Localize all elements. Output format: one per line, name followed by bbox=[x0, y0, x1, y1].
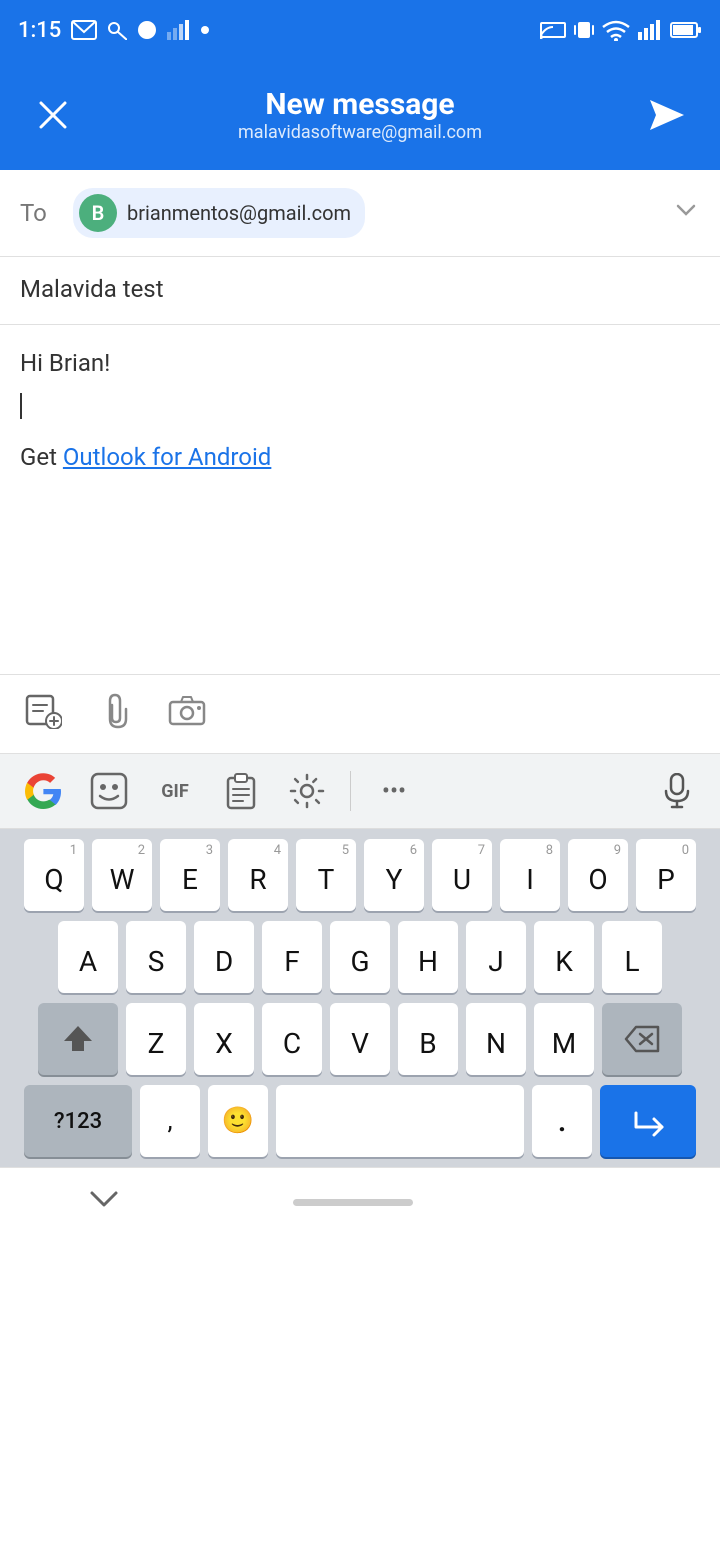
backspace-key[interactable] bbox=[602, 1003, 682, 1075]
key-w[interactable]: 2W bbox=[92, 839, 152, 911]
app-header: New message malavidasoftware@gmail.com bbox=[0, 60, 720, 170]
recipient-chip[interactable]: B brianmentos@gmail.com bbox=[73, 188, 365, 238]
to-field[interactable]: To B brianmentos@gmail.com bbox=[0, 170, 720, 257]
sender-email: malavidasoftware@gmail.com bbox=[238, 122, 482, 143]
period-key[interactable]: . bbox=[532, 1085, 592, 1157]
status-icons bbox=[540, 19, 702, 41]
text-cursor bbox=[20, 393, 22, 419]
dot-indicator bbox=[201, 26, 209, 34]
key-n[interactable]: N bbox=[466, 1003, 526, 1075]
gif-label: GIF bbox=[161, 781, 188, 802]
key-x[interactable]: X bbox=[194, 1003, 254, 1075]
key-c[interactable]: C bbox=[262, 1003, 322, 1075]
key-icon bbox=[107, 20, 127, 40]
enter-key[interactable] bbox=[600, 1085, 696, 1157]
subject-field[interactable]: Malavida test bbox=[0, 257, 720, 325]
signal-icon bbox=[167, 20, 191, 40]
add-attachment-button[interactable] bbox=[24, 691, 62, 737]
key-k[interactable]: K bbox=[534, 921, 594, 993]
outlook-link[interactable]: Outlook for Android bbox=[63, 443, 271, 471]
voice-input-button[interactable] bbox=[650, 764, 704, 818]
key-l[interactable]: L bbox=[602, 921, 662, 993]
time-display: 1:15 bbox=[18, 18, 61, 43]
keyboard-settings-button[interactable] bbox=[280, 764, 334, 818]
key-j[interactable]: J bbox=[466, 921, 526, 993]
signal-bars-icon bbox=[638, 20, 662, 40]
attach-file-button[interactable] bbox=[98, 691, 132, 737]
emoji-key[interactable]: 🙂 bbox=[208, 1085, 268, 1157]
subject-text: Malavida test bbox=[20, 275, 164, 303]
keyboard-topbar: GIF ••• bbox=[0, 754, 720, 829]
keyboard-topbar-divider bbox=[350, 771, 351, 811]
google-search-button[interactable] bbox=[16, 764, 70, 818]
vibrate-icon bbox=[574, 19, 594, 41]
header-center: New message malavidasoftware@gmail.com bbox=[238, 87, 482, 143]
clipboard-button[interactable] bbox=[214, 764, 268, 818]
compose-title: New message bbox=[265, 87, 454, 122]
wifi-icon bbox=[602, 19, 630, 41]
key-q[interactable]: 1Q bbox=[24, 839, 84, 911]
key-p[interactable]: 0P bbox=[636, 839, 696, 911]
comma-key[interactable]: , bbox=[140, 1085, 200, 1157]
recipient-email: brianmentos@gmail.com bbox=[127, 201, 351, 225]
shift-key[interactable] bbox=[38, 1003, 118, 1075]
key-y[interactable]: 6Y bbox=[364, 839, 424, 911]
send-button[interactable] bbox=[642, 98, 692, 132]
key-t[interactable]: 5T bbox=[296, 839, 356, 911]
key-a[interactable]: A bbox=[58, 921, 118, 993]
sticker-button[interactable] bbox=[82, 764, 136, 818]
battery-icon bbox=[670, 21, 702, 39]
sym-key[interactable]: ?123 bbox=[24, 1085, 132, 1157]
mail-icon bbox=[71, 20, 97, 40]
home-indicator bbox=[293, 1199, 413, 1206]
keyboard: 1Q 2W 3E 4R 5T 6Y 7U 8I 9O 0P A S D F G … bbox=[0, 829, 720, 1167]
recipient-avatar: B bbox=[79, 194, 117, 232]
status-time: 1:15 bbox=[18, 18, 209, 43]
keyboard-more-button[interactable]: ••• bbox=[367, 764, 421, 818]
keyboard-row-1: 1Q 2W 3E 4R 5T 6Y 7U 8I 9O 0P bbox=[6, 839, 714, 911]
key-v[interactable]: V bbox=[330, 1003, 390, 1075]
body-field[interactable]: Hi Brian! Get Outlook for Android bbox=[0, 325, 720, 675]
key-u[interactable]: 7U bbox=[432, 839, 492, 911]
key-h[interactable]: H bbox=[398, 921, 458, 993]
body-greeting: Hi Brian! bbox=[20, 345, 700, 381]
space-key[interactable] bbox=[276, 1085, 524, 1157]
key-m[interactable]: M bbox=[534, 1003, 594, 1075]
nav-chevron-down[interactable] bbox=[86, 1185, 122, 1220]
key-e[interactable]: 3E bbox=[160, 839, 220, 911]
camera-button[interactable] bbox=[168, 694, 206, 734]
key-i[interactable]: 8I bbox=[500, 839, 560, 911]
key-o[interactable]: 9O bbox=[568, 839, 628, 911]
keyboard-row-2: A S D F G H J K L bbox=[6, 921, 714, 993]
key-z[interactable]: Z bbox=[126, 1003, 186, 1075]
keyboard-row-bottom: ?123 , 🙂 . bbox=[6, 1085, 714, 1157]
circle-icon bbox=[137, 20, 157, 40]
expand-recipients-button[interactable] bbox=[672, 196, 700, 231]
close-button[interactable] bbox=[28, 99, 78, 131]
bottom-nav bbox=[0, 1167, 720, 1237]
cast-icon bbox=[540, 19, 566, 41]
keyboard-row-3: Z X C V B N M bbox=[6, 1003, 714, 1075]
key-g[interactable]: G bbox=[330, 921, 390, 993]
key-s[interactable]: S bbox=[126, 921, 186, 993]
key-d[interactable]: D bbox=[194, 921, 254, 993]
compose-toolbar bbox=[0, 675, 720, 754]
key-b[interactable]: B bbox=[398, 1003, 458, 1075]
gif-button[interactable]: GIF bbox=[148, 764, 202, 818]
status-bar: 1:15 bbox=[0, 0, 720, 60]
body-signature: Get Outlook for Android bbox=[20, 443, 700, 471]
key-r[interactable]: 4R bbox=[228, 839, 288, 911]
key-f[interactable]: F bbox=[262, 921, 322, 993]
to-label: To bbox=[20, 199, 55, 227]
